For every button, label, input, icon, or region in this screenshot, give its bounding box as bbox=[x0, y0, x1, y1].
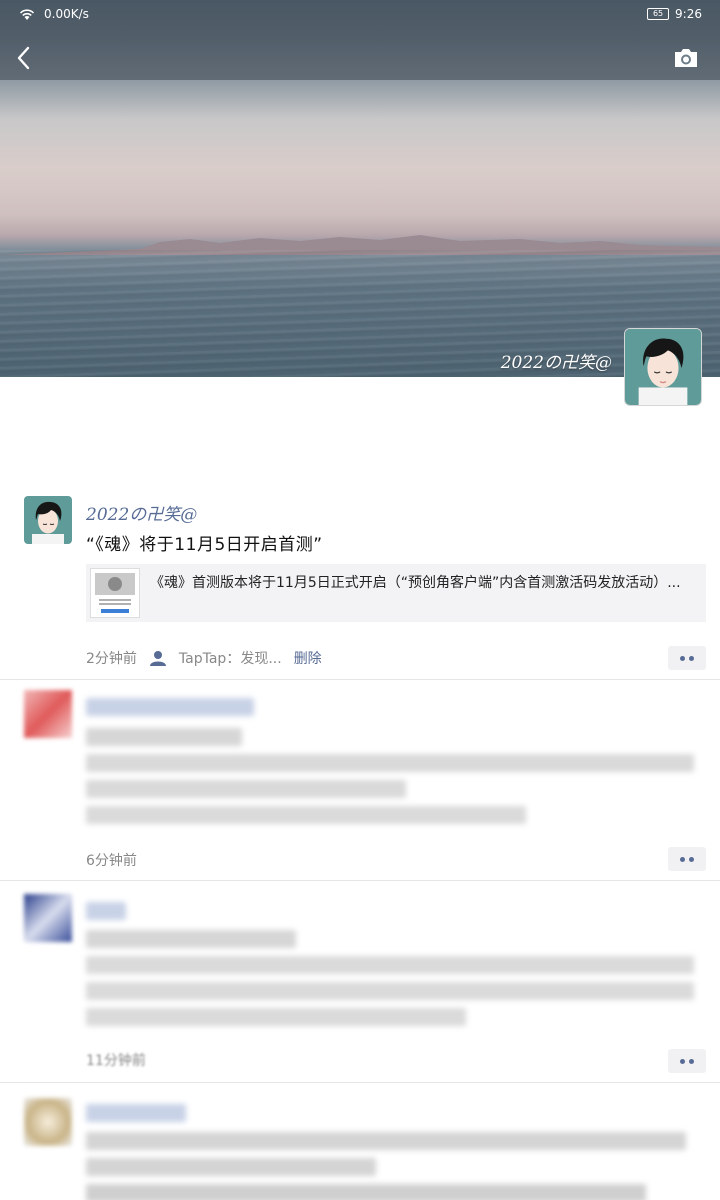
status-bar: 0.00K/s 65 9:26 bbox=[0, 0, 720, 28]
more-actions-button[interactable] bbox=[668, 646, 706, 670]
post-time: 6分钟前 bbox=[86, 853, 137, 869]
shared-link-card[interactable]: 《魂》首测版本将于11月5日正式开启（“预创角客户端”内含首测激活码发放活动）.… bbox=[86, 564, 706, 622]
clock: 9:26 bbox=[675, 7, 702, 21]
game-thumbnail-icon bbox=[95, 573, 135, 613]
link-description: 《魂》首测版本将于11月5日正式开启（“预创角客户端”内含首测激活码发放活动）.… bbox=[150, 575, 681, 591]
chevron-left-icon bbox=[17, 46, 30, 70]
more-dots-icon bbox=[689, 1059, 694, 1064]
blurred-text bbox=[86, 806, 526, 824]
delete-button[interactable]: 删除 bbox=[294, 648, 322, 668]
back-button[interactable] bbox=[12, 44, 36, 72]
blurred-text bbox=[86, 930, 296, 948]
blurred-text bbox=[86, 1132, 686, 1150]
blurred-text bbox=[86, 754, 694, 772]
person-icon bbox=[149, 651, 166, 666]
blurred-text bbox=[86, 1158, 376, 1176]
post-text: “《魂》将于11月5日开启首测” bbox=[86, 535, 323, 555]
blurred-text bbox=[86, 780, 406, 798]
more-actions-button[interactable] bbox=[668, 847, 706, 871]
post-meta: 2分钟前 TapTap：发现... 删除 bbox=[86, 648, 322, 668]
more-actions-button[interactable] bbox=[668, 1049, 706, 1073]
post-author[interactable]: 2022の卍笑@ bbox=[86, 500, 197, 525]
more-dots-icon bbox=[680, 656, 685, 661]
post-source[interactable]: TapTap：发现... bbox=[179, 648, 282, 668]
more-dots-icon bbox=[680, 1059, 685, 1064]
blurred-text bbox=[86, 982, 694, 1000]
more-dots-icon bbox=[689, 656, 694, 661]
status-left: 0.00K/s bbox=[18, 7, 89, 21]
blurred-text bbox=[86, 956, 694, 974]
wifi-icon bbox=[19, 9, 35, 20]
avatar-illustration bbox=[24, 496, 72, 544]
blurred-text bbox=[86, 1104, 186, 1122]
post-time: 2分钟前 bbox=[86, 651, 137, 667]
battery-icon: 65 bbox=[647, 8, 670, 20]
avatar[interactable] bbox=[24, 894, 72, 942]
more-dots-icon bbox=[680, 857, 685, 862]
avatar[interactable] bbox=[24, 1098, 72, 1146]
camera-button[interactable] bbox=[672, 46, 700, 70]
post-time: 11分钟前 bbox=[86, 1053, 146, 1069]
cover-photo[interactable] bbox=[0, 0, 720, 377]
sea-waves bbox=[0, 250, 720, 377]
cover-avatar[interactable] bbox=[624, 328, 702, 406]
avatar[interactable] bbox=[24, 496, 72, 544]
more-dots-icon bbox=[689, 857, 694, 862]
avatar-illustration bbox=[625, 329, 701, 405]
blurred-text bbox=[86, 1184, 646, 1200]
blurred-text bbox=[86, 902, 126, 920]
divider bbox=[0, 1082, 720, 1083]
blurred-text bbox=[86, 698, 254, 716]
divider bbox=[0, 880, 720, 881]
network-speed: 0.00K/s bbox=[44, 7, 89, 21]
status-right: 65 9:26 bbox=[647, 7, 702, 21]
blurred-text bbox=[86, 1008, 466, 1026]
divider bbox=[0, 679, 720, 680]
blurred-text bbox=[86, 728, 242, 746]
cover-username: 2022の卍笑@ bbox=[500, 353, 612, 373]
avatar[interactable] bbox=[24, 690, 72, 738]
camera-icon bbox=[675, 49, 697, 67]
link-thumbnail bbox=[90, 568, 140, 618]
